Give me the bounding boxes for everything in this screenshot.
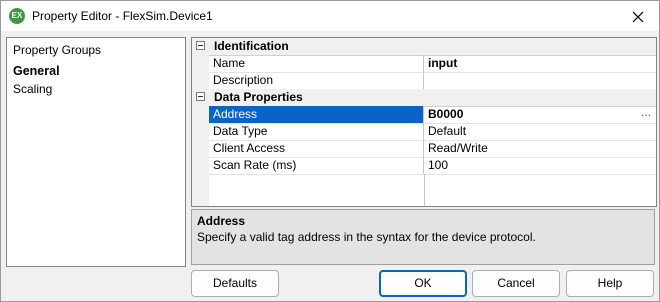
browse-button[interactable]: ...	[639, 106, 653, 122]
row-gutter	[192, 140, 209, 157]
property-editor-window: EX Property Editor - FlexSim.Device1 Pro…	[0, 0, 660, 302]
grid-empty-area	[192, 174, 656, 206]
group-item-scaling[interactable]: Scaling	[13, 82, 52, 96]
category-label: Identification	[214, 39, 289, 53]
property-row-address[interactable]: Address B0000 ...	[192, 106, 656, 124]
property-value[interactable]: Default	[424, 123, 656, 140]
title-bar: EX Property Editor - FlexSim.Device1	[1, 1, 659, 31]
row-gutter	[192, 72, 209, 89]
property-row-data-type[interactable]: Data Type Default	[192, 123, 656, 141]
cancel-button[interactable]: Cancel	[472, 270, 560, 297]
row-gutter	[192, 106, 209, 123]
description-title: Address	[197, 214, 246, 228]
close-icon	[632, 11, 644, 23]
property-name: Name	[209, 55, 424, 72]
category-row-data-properties[interactable]: Data Properties	[192, 89, 656, 107]
property-row-name[interactable]: Name input	[192, 55, 656, 73]
defaults-button[interactable]: Defaults	[191, 270, 279, 297]
property-row-description[interactable]: Description	[192, 72, 656, 90]
row-gutter	[192, 174, 209, 206]
property-row-client-access[interactable]: Client Access Read/Write	[192, 140, 656, 158]
property-value[interactable]: input	[424, 55, 656, 72]
property-name: Description	[209, 72, 424, 89]
row-gutter	[192, 157, 209, 174]
category-label: Data Properties	[214, 90, 303, 104]
property-name: Client Access	[209, 140, 424, 157]
row-gutter	[192, 123, 209, 140]
property-name: Data Type	[209, 123, 424, 140]
help-button[interactable]: Help	[566, 270, 654, 297]
property-name: Address	[209, 106, 424, 123]
property-value[interactable]: 100	[424, 157, 656, 174]
property-grid: Identification Name input Description Da…	[191, 37, 657, 207]
ok-button[interactable]: OK	[379, 270, 467, 297]
column-divider	[424, 174, 425, 206]
property-groups-title: Property Groups	[13, 43, 102, 57]
property-value[interactable]: B0000	[424, 106, 656, 123]
category-row-identification[interactable]: Identification	[192, 38, 656, 56]
group-item-general[interactable]: General	[13, 64, 60, 78]
app-icon: EX	[9, 8, 25, 24]
property-value[interactable]: Read/Write	[424, 140, 656, 157]
property-value[interactable]	[424, 72, 656, 89]
collapse-icon[interactable]	[196, 41, 205, 50]
property-row-scan-rate[interactable]: Scan Rate (ms) 100	[192, 157, 656, 175]
property-groups-panel: Property Groups General Scaling	[6, 37, 186, 267]
description-panel: Address Specify a valid tag address in t…	[191, 209, 655, 265]
property-name: Scan Rate (ms)	[209, 157, 424, 174]
close-button[interactable]	[623, 5, 653, 27]
description-text: Specify a valid tag address in the synta…	[197, 230, 536, 244]
window-title: Property Editor - FlexSim.Device1	[32, 9, 213, 23]
collapse-icon[interactable]	[196, 92, 205, 101]
row-gutter	[192, 55, 209, 72]
